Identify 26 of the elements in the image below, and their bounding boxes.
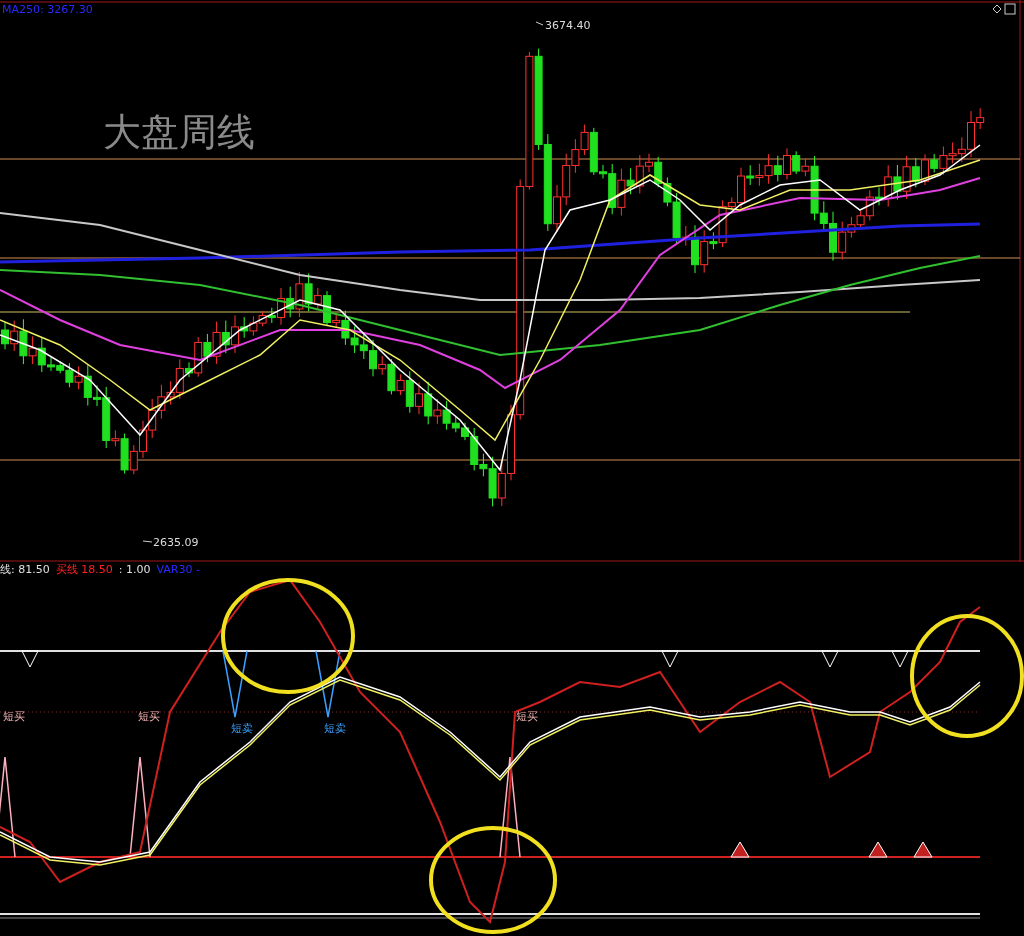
leader-line — [535, 21, 544, 26]
down-triangle-icon — [21, 650, 39, 668]
low-price-label: 2635.09 — [153, 536, 199, 549]
buy-signal-label: 短买 — [138, 710, 160, 723]
indicator-reading: : 1.00 — [118, 562, 151, 576]
indicator-reading: 买线 18.50 — [55, 561, 113, 577]
indicator-reading: VAR30 - — [156, 562, 200, 576]
high-price-label: 3674.40 — [545, 19, 591, 32]
down-triangle-icon — [891, 650, 909, 668]
diamond-icon[interactable] — [992, 4, 1002, 14]
signal-spike — [222, 650, 248, 718]
up-triangle-icon — [868, 841, 888, 858]
indicator-reading: 线: 81.50 — [0, 561, 50, 577]
buy-signal-label: 短买 — [516, 710, 538, 723]
sell-signal-label: 短卖 — [231, 722, 253, 735]
up-triangle-icon — [730, 841, 750, 858]
window-icon[interactable] — [1004, 3, 1016, 15]
signal-spike — [315, 650, 341, 718]
chart-title: 大盘周线 — [103, 110, 255, 154]
leader-line — [142, 540, 153, 543]
up-triangle-icon — [913, 841, 933, 858]
moving-average-reading: MA250: 3267.30 — [2, 3, 93, 16]
sell-signal-label: 短卖 — [324, 722, 346, 735]
down-triangle-icon — [661, 650, 679, 668]
down-triangle-icon — [821, 650, 839, 668]
buy-signal-label: 短买 — [3, 710, 25, 723]
